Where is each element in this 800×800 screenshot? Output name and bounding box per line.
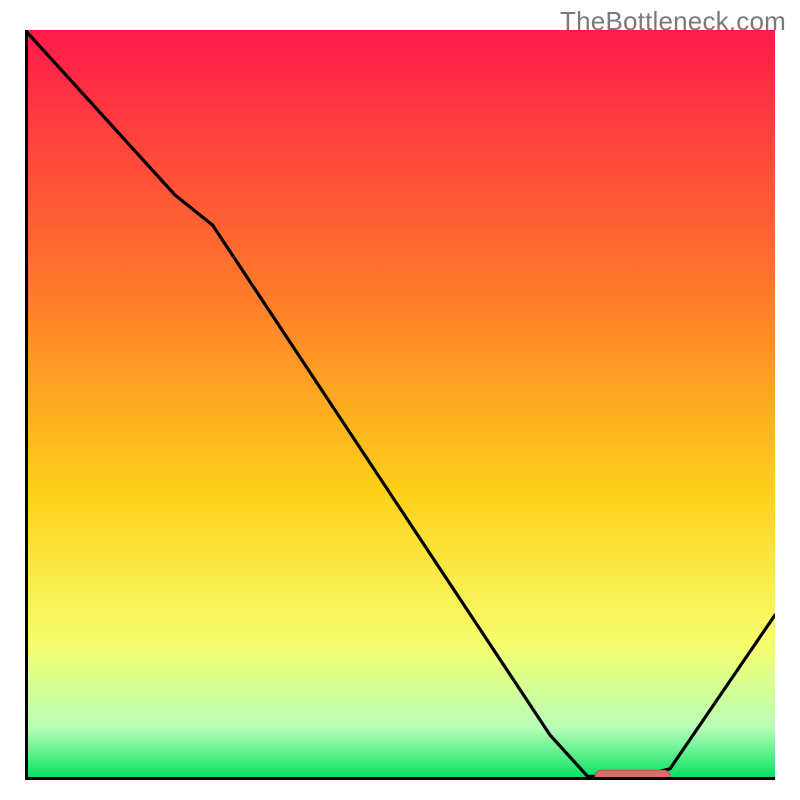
watermark-text: TheBottleneck.com: [560, 6, 786, 37]
chart-container: TheBottleneck.com: [0, 0, 800, 800]
plot-area: [25, 30, 775, 780]
axes: [25, 30, 775, 780]
